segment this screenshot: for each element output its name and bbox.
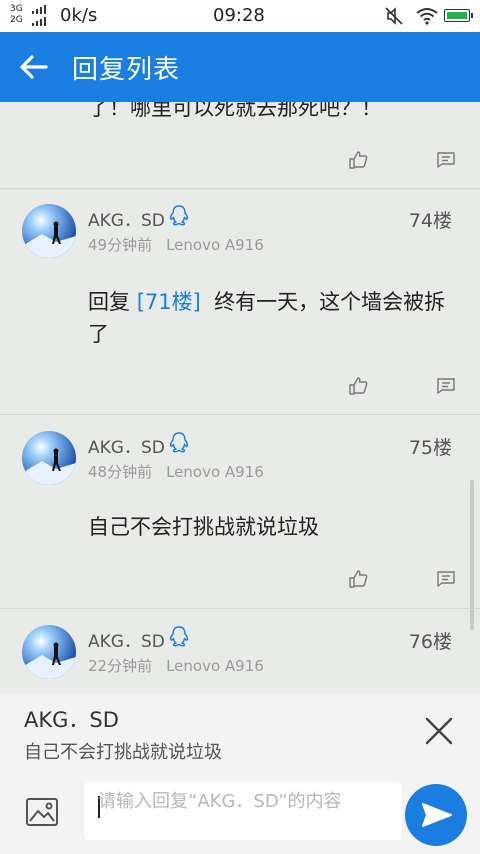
post-time: 48分钟前 [88,463,153,481]
qq-penguin-icon [169,626,189,647]
page-title: 回复列表 [72,55,181,85]
reply-list[interactable]: 了！哪里可以死就去那死吧？！ AKG．SD 74楼 49分钟前 Lenovo A… [0,102,480,694]
avatar[interactable] [22,625,76,679]
post-time: 22分钟前 [88,657,153,675]
reply-input-placeholder: 请输入回复“AKG．SD”的内容 [98,791,342,812]
post-device: Lenovo A916 [166,463,264,481]
username[interactable]: AKG．SD [88,433,165,458]
reply-card: AKG．SD 75楼 48分钟前 Lenovo A916 自己不会打挑战就说垃圾 [0,415,480,609]
qq-penguin-icon [169,205,189,226]
post-time: 49分钟前 [88,236,153,254]
status-bar: 3G 2G 0k/s 09:28 [0,0,480,32]
reply-composer: AKG．SD 自己不会打挑战就说垃圾 请输入回复“AKG．SD”的内容 [0,694,480,854]
reply-content: 了！哪里可以死就去那死吧？！ [88,102,382,120]
reply-content: 自己不会打挑战就说垃圾 [88,515,319,539]
reply-target-user: AKG．SD [24,708,119,732]
image-picker-icon[interactable] [24,794,60,830]
username[interactable]: AKG．SD [88,627,165,652]
reply-card: AKG．SD 74楼 49分钟前 Lenovo A916 回复 [71楼] 终有一… [0,188,480,415]
floor-number: 76楼 [408,631,452,653]
floor-number: 74楼 [408,210,452,232]
post-device: Lenovo A916 [166,657,264,675]
comment-icon[interactable] [436,150,456,170]
reply-card-partial: 了！哪里可以死就去那死吧？！ [0,102,480,189]
floor-number: 75楼 [408,437,452,459]
reply-prefix: 回复 [88,290,130,314]
reply-card: AKG．SD 76楼 22分钟前 Lenovo A916 [0,609,480,694]
send-button[interactable] [405,784,467,846]
battery-icon [444,9,473,22]
signal-icon [32,5,46,26]
comment-icon[interactable] [436,569,456,589]
reply-content: 回复 [71楼] 终有一天，这个墙会被拆了 [88,286,458,350]
post-meta: 22分钟前 Lenovo A916 [88,655,264,676]
send-icon [422,803,452,827]
network-type: 3G 2G [10,4,23,26]
like-icon[interactable] [348,569,368,589]
like-icon[interactable] [348,376,368,396]
mute-icon [385,7,403,25]
username[interactable]: AKG．SD [88,206,165,231]
post-meta: 49分钟前 Lenovo A916 [88,234,264,255]
reply-floor-link[interactable]: [71楼] [137,290,201,314]
clock: 09:28 [213,5,265,26]
qq-penguin-icon [169,432,189,453]
like-icon[interactable] [348,150,368,170]
comment-icon[interactable] [436,376,456,396]
app-header: 回复列表 [0,32,480,102]
post-device: Lenovo A916 [166,236,264,254]
quoted-text: 自己不会打挑战就说垃圾 [24,742,222,763]
scrollbar[interactable] [470,480,474,630]
avatar[interactable] [22,431,76,485]
post-meta: 48分钟前 Lenovo A916 [88,461,264,482]
network-3g-label: 3G [10,4,23,14]
network-2g-label: 2G [10,15,23,25]
back-arrow-icon[interactable] [18,52,50,82]
avatar[interactable] [22,204,76,258]
wifi-icon [416,8,438,25]
network-speed: 0k/s [60,5,98,26]
reply-input[interactable]: 请输入回复“AKG．SD”的内容 [84,782,402,840]
close-icon[interactable] [424,716,454,746]
